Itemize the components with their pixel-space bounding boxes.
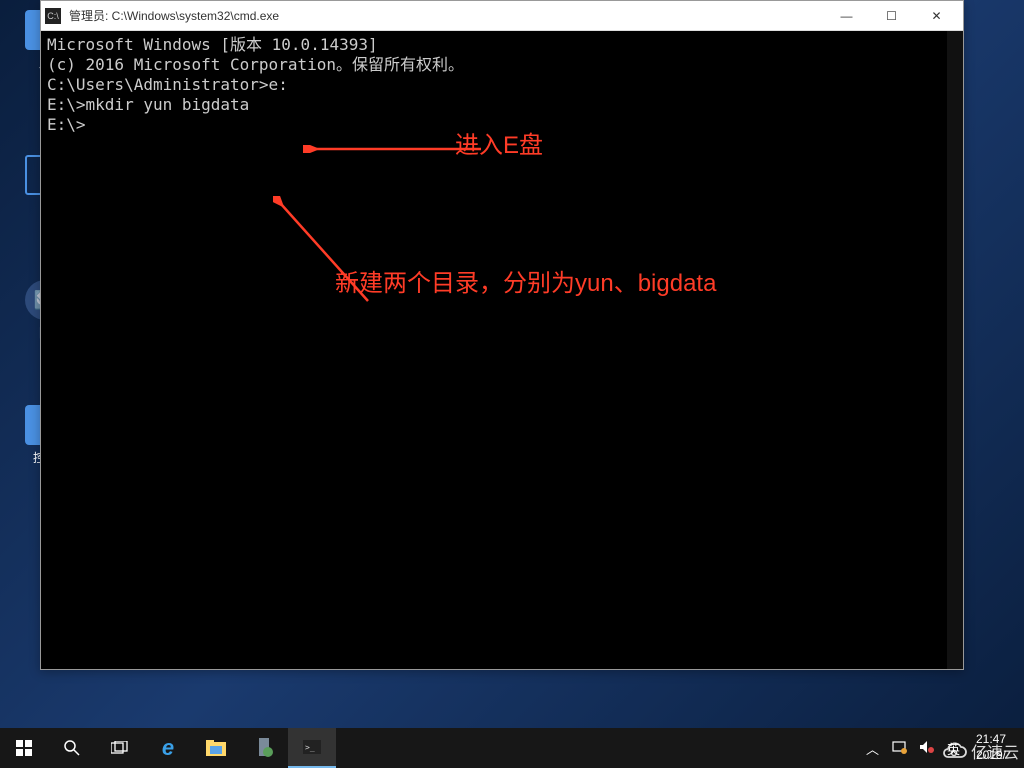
annotation-text-1: 进入E盘 — [455, 131, 543, 161]
start-button[interactable] — [0, 728, 48, 768]
taskbar-explorer[interactable] — [192, 728, 240, 768]
explorer-icon — [206, 740, 226, 756]
task-view-icon — [111, 741, 129, 755]
taskbar-ie[interactable]: e — [144, 728, 192, 768]
server-icon — [255, 738, 273, 758]
taskbar: e >_ ︿ 英 21:47 2019/ — [0, 728, 1024, 768]
window-title: 管理员: C:\Windows\system32\cmd.exe — [69, 7, 824, 24]
terminal-scrollbar[interactable] — [947, 31, 963, 669]
close-button[interactable]: ✕ — [914, 2, 959, 30]
annotation-arrow-2 — [273, 196, 373, 306]
terminal-body[interactable]: Microsoft Windows [版本 10.0.14393] (c) 20… — [41, 31, 963, 669]
ie-icon: e — [162, 735, 174, 761]
volume-icon[interactable] — [913, 740, 941, 757]
maximize-button[interactable]: ☐ — [869, 2, 914, 30]
annotation-text-2: 新建两个目录，分别为yun、bigdata — [335, 269, 716, 299]
taskbar-cmd[interactable]: >_ — [288, 728, 336, 768]
annotation-arrow-1 — [303, 145, 481, 153]
cmd-taskbar-icon: >_ — [303, 740, 321, 754]
search-button[interactable] — [48, 728, 96, 768]
watermark: 亿速云 — [941, 739, 1019, 763]
minimize-button[interactable]: — — [824, 2, 869, 30]
tray-expand-icon[interactable]: ︿ — [860, 739, 885, 758]
cloud-icon — [941, 741, 967, 761]
window-controls: — ☐ ✕ — [824, 2, 959, 30]
terminal-line: Microsoft Windows [版本 10.0.14393] — [47, 35, 957, 55]
taskbar-server-manager[interactable] — [240, 728, 288, 768]
cmd-icon: C:\ — [45, 8, 61, 24]
window-titlebar[interactable]: C:\ 管理员: C:\Windows\system32\cmd.exe — ☐… — [41, 1, 963, 31]
terminal-line: (c) 2016 Microsoft Corporation。保留所有权利。 — [47, 55, 957, 75]
terminal-line: C:\Users\Administrator>e: — [47, 75, 957, 95]
watermark-text: 亿速云 — [971, 739, 1019, 763]
windows-icon — [16, 740, 32, 756]
terminal-prompt: E:\> — [47, 115, 957, 135]
search-icon — [63, 739, 81, 757]
cmd-window[interactable]: C:\ 管理员: C:\Windows\system32\cmd.exe — ☐… — [40, 0, 964, 670]
network-icon[interactable] — [885, 740, 913, 757]
terminal-line: E:\>mkdir yun bigdata — [47, 95, 957, 115]
svg-text:>_: >_ — [305, 743, 315, 752]
task-view-button[interactable] — [96, 728, 144, 768]
